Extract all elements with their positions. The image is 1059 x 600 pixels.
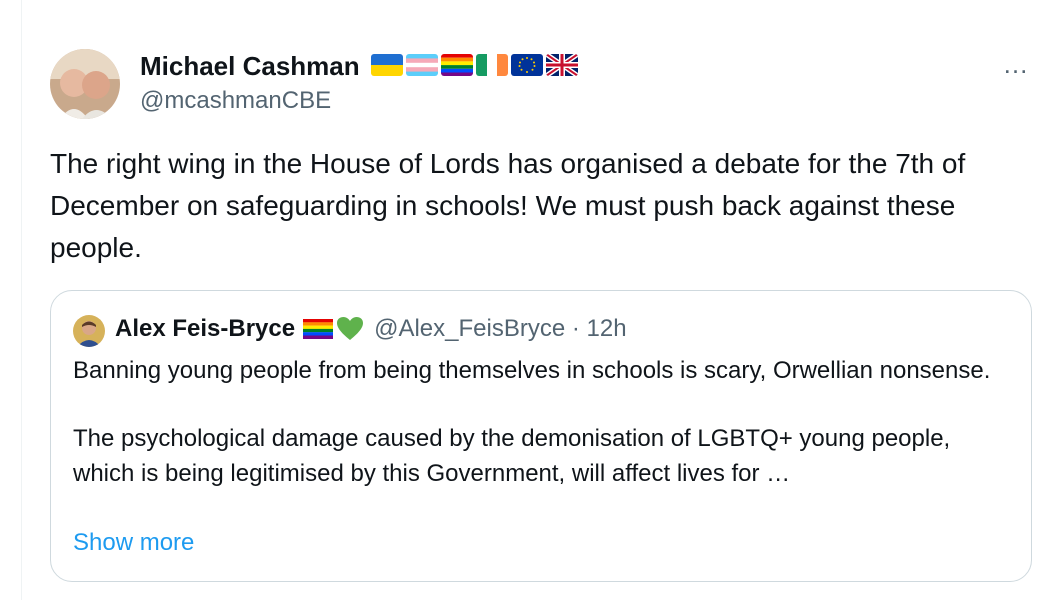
quoted-author-emojis: [303, 316, 364, 342]
author-flag-emojis: [371, 54, 578, 76]
quoted-tweet-header: Alex Feis-Bryce @Alex_FeisBryce · 12h: [115, 313, 627, 345]
quoted-tweet-text: Banning young people from being themselv…: [73, 353, 993, 491]
show-more-link[interactable]: Show more: [73, 527, 194, 559]
ireland-flag-icon: [476, 54, 508, 76]
dot-separator: ·: [571, 315, 580, 342]
author-handle[interactable]: @mcashmanCBE: [140, 86, 331, 116]
rainbow-flag-icon: [303, 319, 334, 339]
green-heart-icon: [337, 317, 364, 340]
quoted-tweet-timestamp[interactable]: 12h: [587, 313, 627, 345]
meta-separator: ·: [565, 313, 586, 345]
quoted-author-handle[interactable]: @Alex_FeisBryce: [374, 313, 565, 345]
timeline-divider: [21, 0, 22, 600]
eu-flag-icon: [511, 54, 543, 76]
tweet-view: Michael Cashman @mcashmanCBE … The right…: [0, 0, 1059, 600]
ukraine-flag-icon: [371, 54, 403, 76]
quoted-author-display-name[interactable]: Alex Feis-Bryce: [115, 313, 295, 345]
author-avatar[interactable]: [50, 49, 120, 119]
quoted-tweet-paragraph: Banning young people from being themselv…: [73, 357, 991, 384]
rainbow-flag-icon: [441, 54, 473, 76]
quoted-tweet-card[interactable]: Alex Feis-Bryce @Alex_FeisBryce · 12h Ba…: [50, 290, 1032, 582]
more-options-button[interactable]: …: [996, 50, 1036, 82]
quoted-tweet-paragraph: The psychological damage caused by the d…: [73, 425, 951, 487]
tweet-text: The right wing in the House of Lords has…: [50, 148, 966, 263]
quoted-author-avatar[interactable]: [73, 315, 105, 347]
author-display-name[interactable]: Michael Cashman: [140, 50, 360, 82]
transgender-flag-icon: [406, 54, 438, 76]
uk-flag-icon: [546, 54, 578, 76]
